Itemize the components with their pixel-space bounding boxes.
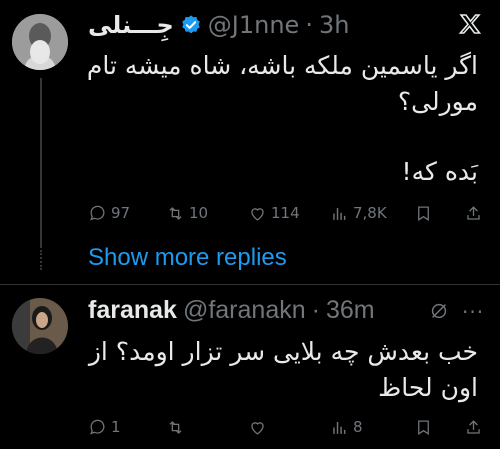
reply-count: 1 <box>111 418 121 436</box>
handle[interactable]: @J1nne <box>208 11 300 39</box>
tweet1-header: جِـــنلی @J1nne · 3h <box>88 8 349 42</box>
tweet1-actions: 97 10 114 7,8K <box>88 202 488 224</box>
views-count: 8 <box>353 418 363 436</box>
thread-line <box>40 78 42 248</box>
reply-button[interactable]: 97 <box>88 202 130 224</box>
grok-icon[interactable] <box>428 300 450 326</box>
reply-button[interactable]: 1 <box>88 416 121 438</box>
reply-icon <box>90 419 105 434</box>
thread-line-dots <box>40 250 42 270</box>
views-chart-icon <box>333 207 346 220</box>
views-button[interactable]: 8 <box>330 416 363 438</box>
avatar[interactable] <box>12 14 68 70</box>
bookmark-icon <box>418 420 429 435</box>
share-icon <box>467 205 480 220</box>
avatar[interactable] <box>12 298 68 354</box>
dot-separator: · <box>311 295 320 324</box>
handle[interactable]: @faranakn <box>183 296 306 325</box>
bookmark-button[interactable] <box>414 202 433 224</box>
tweet1-text-line1: اگر یاسمین ملکه باشه، شاه میشه تام <box>86 51 478 80</box>
display-name[interactable]: faranak <box>88 296 177 325</box>
tweet2-text-line1: خب بعدش چه بلایی سر تزار اومد؟ از <box>88 337 478 366</box>
tweet1-text-line3: بَده که! <box>401 157 478 186</box>
reply-count: 97 <box>111 204 131 222</box>
dot-separator: · <box>305 11 313 39</box>
timestamp[interactable]: 3h <box>319 11 349 39</box>
reply-icon <box>90 205 105 220</box>
like-button[interactable]: 114 <box>248 202 300 224</box>
views-button[interactable]: 7,8K <box>330 202 387 224</box>
more-options-icon[interactable]: ··· <box>462 300 484 324</box>
share-button[interactable] <box>464 416 483 438</box>
show-more-replies-link[interactable]: Show more replies <box>88 244 287 272</box>
retweet-icon <box>169 420 182 434</box>
tweet1-text-line2: مورلی؟ <box>397 87 478 116</box>
heart-icon <box>251 207 264 221</box>
retweet-button[interactable]: 10 <box>166 202 208 224</box>
views-chart-icon <box>333 421 346 434</box>
divider <box>0 284 500 285</box>
retweet-button[interactable] <box>166 416 189 438</box>
share-button[interactable] <box>464 202 483 224</box>
heart-icon <box>251 421 264 435</box>
like-button[interactable] <box>248 416 271 438</box>
timestamp[interactable]: 36m <box>326 296 375 325</box>
tweet2-header: faranak @faranakn · 36m <box>88 293 375 327</box>
x-logo-icon <box>458 12 482 40</box>
tweet2-actions: 1 8 <box>88 416 488 438</box>
bookmark-button[interactable] <box>414 416 433 438</box>
bookmark-icon <box>418 206 429 221</box>
display-name[interactable]: جِـــنلی <box>88 11 174 39</box>
like-count: 114 <box>271 204 300 222</box>
views-count: 7,8K <box>353 204 387 222</box>
share-icon <box>467 419 480 434</box>
retweet-icon <box>169 206 182 220</box>
tweet2-text-line2: اون لحاظ <box>378 373 478 402</box>
verified-badge-icon <box>180 14 202 36</box>
retweet-count: 10 <box>189 204 209 222</box>
